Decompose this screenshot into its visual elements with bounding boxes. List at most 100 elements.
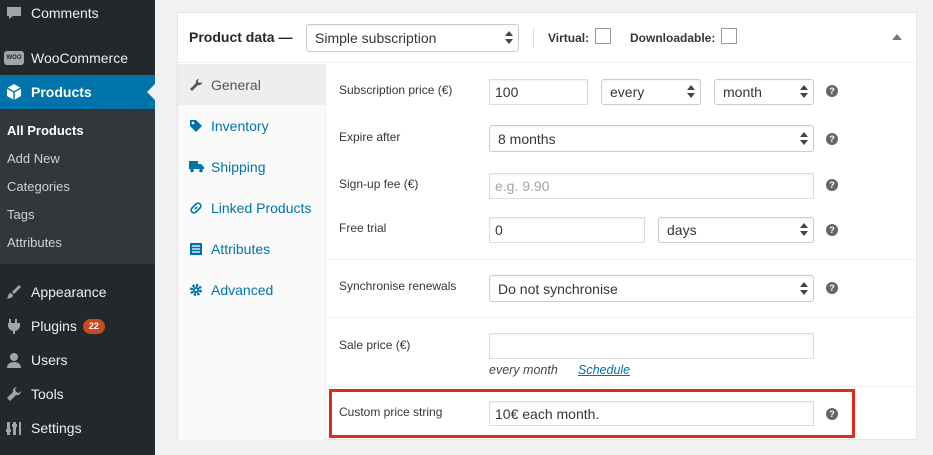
sale-price-input[interactable] <box>489 333 814 359</box>
panel-header: Product data — Simple subscription Virtu… <box>178 13 916 63</box>
select-arrows-icon <box>800 223 808 237</box>
help-icon[interactable]: ? <box>826 282 838 294</box>
tab-attributes[interactable]: Attributes <box>178 228 325 269</box>
tab-inventory[interactable]: Inventory <box>178 105 325 146</box>
tab-label: Linked Products <box>211 199 312 216</box>
synchronise-renewals-label: Synchronise renewals <box>339 279 457 293</box>
free-trial-length-input[interactable]: 0 <box>489 217 645 243</box>
submenu-add-new[interactable]: Add New <box>7 151 60 166</box>
expire-after-label: Expire after <box>339 130 401 144</box>
panel-title: Product data — <box>189 29 293 45</box>
signup-fee-label: Sign-up fee (€) <box>339 177 419 191</box>
menu-label: Appearance <box>31 284 107 300</box>
tab-linked-products[interactable]: Linked Products <box>178 187 325 228</box>
help-icon[interactable]: ? <box>826 133 838 145</box>
tab-label: General <box>211 76 261 93</box>
free-trial-label: Free trial <box>339 221 387 235</box>
header-separator <box>533 28 534 48</box>
product-data-panel: Product data — Simple subscription Virtu… <box>177 12 917 440</box>
synchronise-renewals-value: Do not synchronise <box>498 280 618 297</box>
subscription-price-input[interactable]: 100 <box>489 79 588 105</box>
submenu-categories[interactable]: Categories <box>7 179 70 194</box>
menu-label: Users <box>31 352 68 368</box>
woocommerce-icon: WOO <box>4 48 24 68</box>
select-arrows-icon <box>800 282 808 296</box>
submenu-tags[interactable]: Tags <box>7 207 34 222</box>
free-trial-length-value: 0 <box>495 222 503 238</box>
tab-label: Shipping <box>211 158 266 175</box>
select-arrows-icon <box>800 132 808 146</box>
menu-products[interactable]: Products <box>0 75 155 109</box>
woocommerce-logo: WOO <box>4 51 24 65</box>
virtual-checkbox[interactable] <box>595 28 611 44</box>
gear-icon <box>188 282 204 298</box>
billing-interval-value: every <box>610 84 645 100</box>
tab-label: Advanced <box>211 281 274 298</box>
plugins-update-badge: 22 <box>82 318 105 334</box>
free-trial-period-value: days <box>667 222 697 238</box>
subscription-price-label: Subscription price (€) <box>339 83 453 97</box>
sale-price-label: Sale price (€) <box>339 338 411 352</box>
products-icon <box>4 82 24 102</box>
menu-appearance[interactable]: Appearance <box>0 275 155 309</box>
comments-icon <box>4 3 24 23</box>
truck-icon <box>188 159 204 175</box>
collapse-toggle-icon[interactable] <box>892 34 902 40</box>
virtual-label: Virtual: <box>548 31 590 45</box>
menu-settings[interactable]: Settings <box>0 411 155 445</box>
admin-sidebar: Comments WOO WooCommerce Products All Pr… <box>0 0 155 455</box>
expire-after-value: 8 months <box>498 130 556 147</box>
signup-fee-placeholder: e.g. 9.90 <box>495 178 550 194</box>
users-icon <box>4 350 24 370</box>
menu-users[interactable]: Users <box>0 343 155 377</box>
tab-label: Inventory <box>211 117 269 134</box>
billing-period-select[interactable]: month <box>714 79 814 105</box>
menu-label: WooCommerce <box>31 50 128 66</box>
select-arrows-icon <box>687 85 695 99</box>
help-icon[interactable]: ? <box>826 224 838 236</box>
menu-plugins[interactable]: Plugins 22 <box>0 309 155 343</box>
menu-comments[interactable]: Comments <box>0 0 155 30</box>
schedule-link[interactable]: Schedule <box>578 363 630 377</box>
tab-advanced[interactable]: Advanced <box>178 269 325 310</box>
expire-after-select[interactable]: 8 months <box>489 125 814 152</box>
section-divider <box>327 386 916 387</box>
products-submenu: All Products Add New Categories Tags Att… <box>0 109 155 264</box>
section-divider <box>327 317 916 318</box>
downloadable-label: Downloadable: <box>630 31 716 45</box>
link-icon <box>188 200 204 216</box>
plugins-icon <box>4 316 24 336</box>
list-icon <box>188 241 204 257</box>
menu-tools[interactable]: Tools <box>0 377 155 411</box>
tag-icon <box>188 118 204 134</box>
downloadable-checkbox[interactable] <box>721 28 737 44</box>
menu-label: Comments <box>31 5 99 21</box>
highlight-box <box>329 389 855 438</box>
wrench-icon <box>188 77 204 93</box>
tab-shipping[interactable]: Shipping <box>178 146 325 187</box>
menu-label: Plugins <box>31 318 77 334</box>
tab-general[interactable]: General <box>178 64 326 105</box>
menu-label: Products <box>31 84 92 100</box>
tab-label: Attributes <box>211 240 271 257</box>
product-type-value: Simple subscription <box>315 30 437 46</box>
subscription-price-value: 100 <box>495 84 519 100</box>
select-arrows-icon <box>505 31 513 45</box>
tools-icon <box>4 384 24 404</box>
billing-period-value: month <box>723 84 762 100</box>
settings-icon <box>4 418 24 438</box>
select-arrows-icon <box>800 85 808 99</box>
synchronise-renewals-select[interactable]: Do not synchronise <box>489 275 814 302</box>
free-trial-period-select[interactable]: days <box>658 217 814 243</box>
submenu-all-products[interactable]: All Products <box>7 123 84 138</box>
submenu-attributes[interactable]: Attributes <box>7 235 62 250</box>
section-divider <box>327 259 916 260</box>
menu-label: Tools <box>31 386 64 402</box>
product-data-tabs: General Inventory Shipping Linked Produc… <box>178 64 326 440</box>
billing-interval-select[interactable]: every <box>601 79 701 105</box>
help-icon[interactable]: ? <box>826 85 838 97</box>
help-icon[interactable]: ? <box>826 179 838 191</box>
product-type-select[interactable]: Simple subscription <box>306 24 519 52</box>
menu-woocommerce[interactable]: WOO WooCommerce <box>0 41 155 75</box>
signup-fee-input[interactable]: e.g. 9.90 <box>489 173 814 199</box>
